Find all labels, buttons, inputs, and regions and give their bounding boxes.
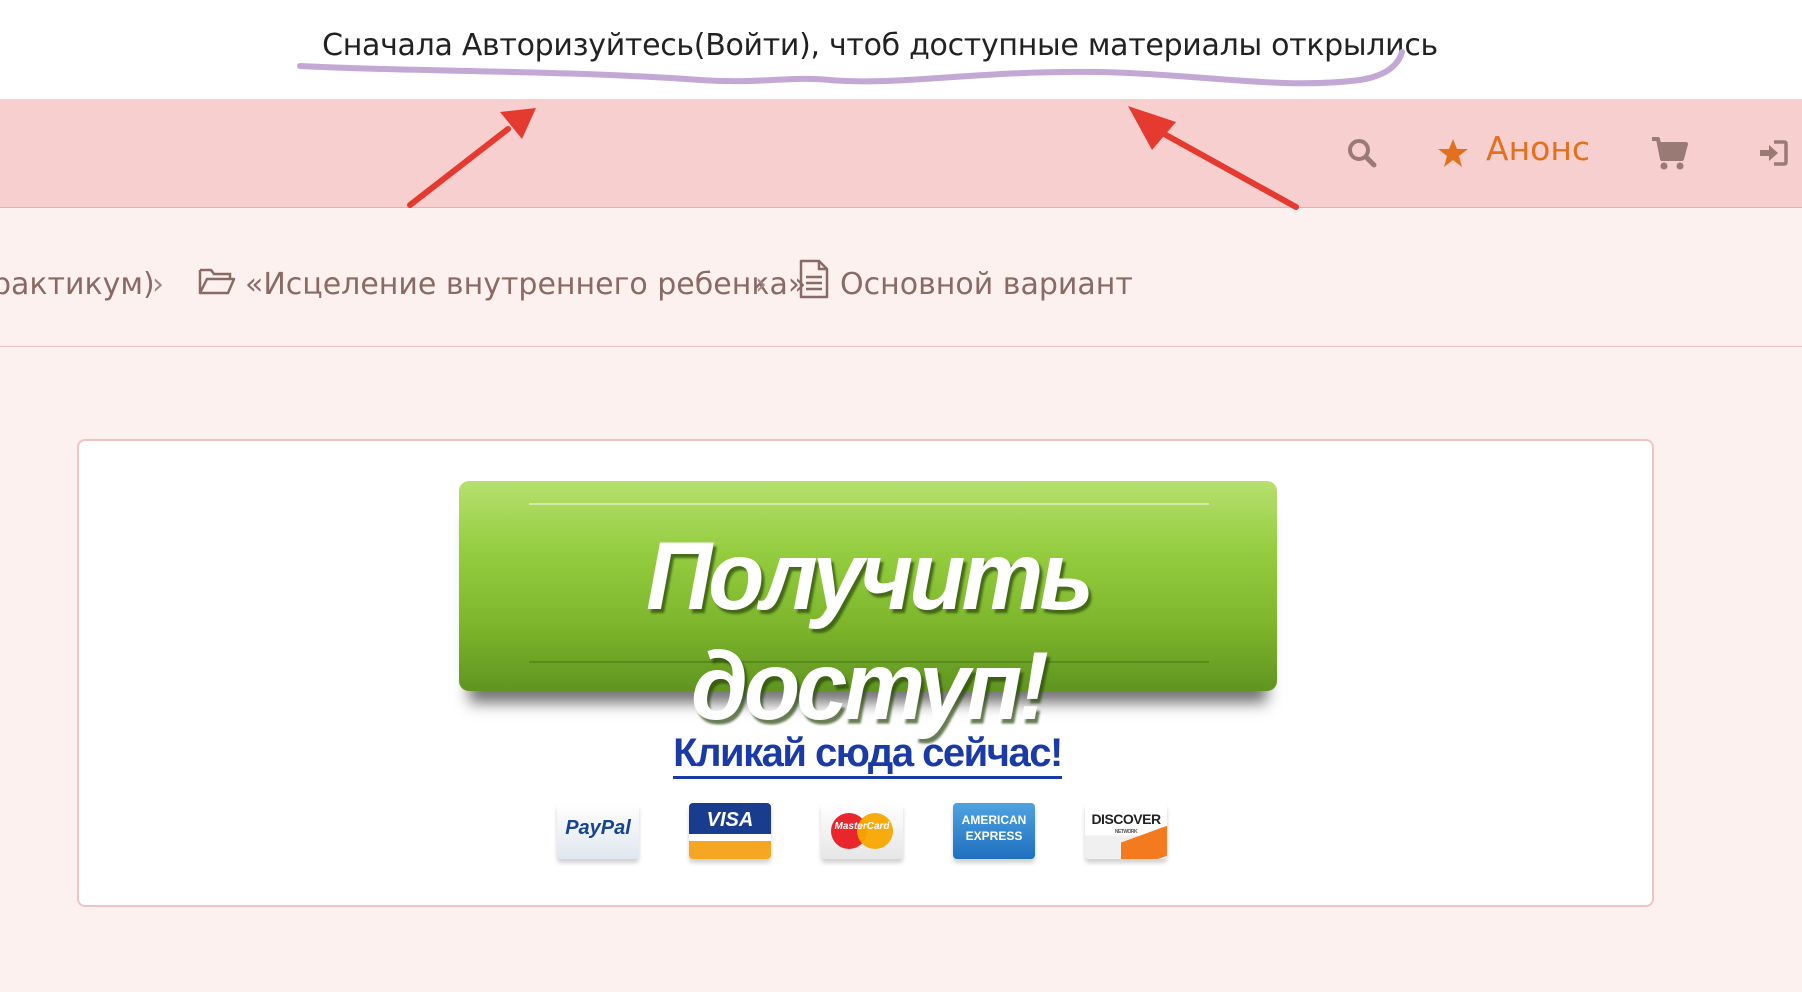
mastercard-logo-text: MasterCard (834, 821, 890, 832)
breadcrumb-item-folder[interactable]: «Исцеление внутреннего ребенка» (245, 267, 806, 302)
cart-button[interactable] (1650, 135, 1688, 171)
cart-icon (1652, 137, 1688, 170)
login-button[interactable] (1758, 139, 1788, 167)
paypal-logo: PayPal (557, 803, 639, 859)
notice-underline (297, 49, 1405, 87)
paypal-logo-text: PayPal (565, 817, 631, 839)
discover-logo-subtext: NETWORK (1114, 829, 1138, 835)
amex-logo: AMERICAN EXPRESS (953, 803, 1035, 859)
document-icon (799, 259, 829, 299)
visa-logo-text: VISA (706, 809, 754, 831)
breadcrumb-separator: › (755, 267, 767, 302)
breadcrumb-item-course[interactable]: рактикум) (0, 267, 155, 302)
search-button[interactable] (1346, 137, 1378, 169)
notice-bar: Сначала Авторизуйтесь(Войти), чтоб досту… (0, 0, 1802, 99)
anons-link[interactable]: Анонс (1486, 129, 1590, 168)
login-icon (1760, 140, 1788, 166)
mastercard-logo: MasterCard (821, 803, 903, 859)
breadcrumb-separator: › (152, 267, 164, 302)
click-here-link[interactable]: Кликай сюда сейчас! (673, 731, 1063, 779)
anons-star[interactable] (1437, 137, 1469, 169)
get-access-label: Получить доступ! (646, 522, 1094, 741)
amex-logo-text-1: AMERICAN (961, 813, 1027, 827)
breadcrumb: рактикум) › «Исцеление внутреннего ребен… (0, 207, 1802, 347)
top-navbar: Анонс (0, 99, 1802, 208)
discover-logo: DISCOVER NETWORK (1085, 803, 1167, 859)
star-icon (1438, 139, 1468, 167)
search-icon (1348, 139, 1377, 168)
access-card: Получить доступ! Кликай сюда сейчас! Pay… (77, 439, 1654, 907)
visa-logo: VISA (689, 803, 771, 859)
get-access-button[interactable]: Получить доступ! (459, 481, 1277, 740)
folder-open-icon (198, 268, 236, 295)
discover-logo-text: DISCOVER (1091, 811, 1161, 827)
payment-logos: PayPal VISA MasterCard AMERICAN EXPRESS … (557, 803, 1187, 863)
breadcrumb-item-current: Основной вариант (840, 267, 1133, 302)
amex-logo-text-2: EXPRESS (965, 829, 1023, 843)
button-highlight (529, 503, 1209, 505)
click-here-link-row: Кликай сюда сейчас! (79, 731, 1656, 779)
